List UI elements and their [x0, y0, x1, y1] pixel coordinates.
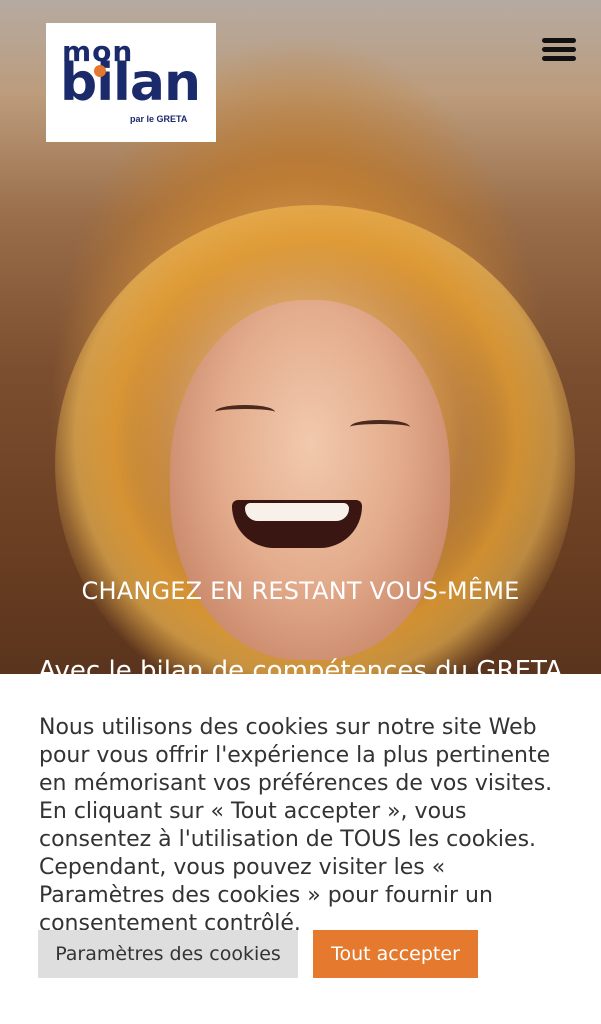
cookie-banner: Nous utilisons des cookies sur notre sit… [0, 674, 601, 1024]
cookie-settings-button[interactable]: Paramètres des cookies [38, 930, 298, 978]
accept-all-button[interactable]: Tout accepter [313, 930, 478, 978]
cookie-message: Nous utilisons des cookies sur notre sit… [39, 715, 553, 936]
hero-headline: CHANGEZ EN RESTANT VOUS-MÊME [81, 577, 520, 605]
hero-image-teeth [245, 503, 349, 521]
logo-subtitle: par le GRETA [130, 114, 188, 124]
hamburger-menu-icon[interactable] [542, 38, 578, 66]
logo-text-bilan: bilan [60, 53, 201, 113]
hero-subline: Avec le bilan de compétences du GRETA [38, 656, 563, 674]
hero-banner: mon bilan par le GRETA CHANGEZ EN RESTAN… [0, 0, 601, 674]
site-logo[interactable]: mon bilan par le GRETA [46, 23, 216, 142]
logo-dot-icon [94, 65, 106, 77]
hero-image-eye [350, 420, 410, 434]
hero-image-face [170, 300, 450, 660]
hero-image-eye [215, 405, 275, 419]
